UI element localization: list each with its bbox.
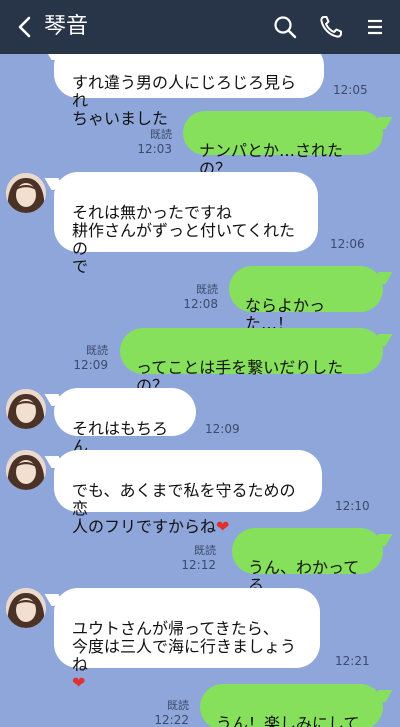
read-receipt: 既読 bbox=[194, 544, 216, 557]
chevron-left-icon[interactable] bbox=[14, 15, 36, 39]
message-time: 12:10 bbox=[335, 499, 370, 513]
message-time: 12:05 bbox=[333, 83, 368, 97]
message-meta: 既読 12:12 bbox=[170, 544, 216, 572]
incoming-message[interactable]: それは無かったですね 耕作さんがずっと付いてくれたの で bbox=[54, 172, 318, 276]
menu-icon[interactable] bbox=[362, 14, 388, 40]
search-icon[interactable] bbox=[272, 14, 298, 40]
message-time: 12:09 bbox=[73, 358, 108, 372]
message-time: 12:08 bbox=[183, 297, 218, 311]
outgoing-message[interactable]: ナンパとか…されたの？ bbox=[183, 111, 383, 178]
read-receipt: 既読 bbox=[86, 344, 108, 357]
avatar[interactable] bbox=[6, 588, 46, 628]
message-meta: 既読 12:03 bbox=[126, 128, 172, 156]
incoming-message[interactable]: それはもちろん bbox=[54, 388, 196, 456]
message-text: うん！楽しみにしてる bbox=[216, 714, 360, 727]
message-time: 12:21 bbox=[335, 654, 370, 668]
message-text: ユウトさんが帰ってきたら、 今度は三人で海に行きましょうね bbox=[72, 619, 297, 674]
avatar[interactable] bbox=[6, 450, 46, 490]
outgoing-message[interactable]: うん！楽しみにしてる bbox=[200, 684, 383, 727]
incoming-message[interactable]: すれ違う男の人にじろじろ見られ ちゃいました bbox=[54, 54, 324, 128]
chat-title: 琴音 bbox=[44, 14, 89, 39]
message-time: 12:06 bbox=[330, 237, 365, 251]
phone-icon[interactable] bbox=[318, 14, 344, 40]
outgoing-message[interactable]: うん、わかってる bbox=[232, 528, 383, 595]
read-receipt: 既読 bbox=[167, 699, 189, 712]
outgoing-message[interactable]: ならよかった…！ bbox=[229, 266, 383, 333]
incoming-message[interactable]: でも、あくまで私を守るための恋 人のフリですからね❤ bbox=[54, 450, 322, 536]
message-meta: 既読 12:08 bbox=[172, 283, 218, 311]
message-time: 12:12 bbox=[181, 558, 216, 572]
message-time: 12:22 bbox=[154, 713, 189, 727]
heart-icon: ❤ bbox=[72, 673, 86, 692]
heart-icon: ❤ bbox=[216, 517, 230, 536]
read-receipt: 既読 bbox=[150, 128, 172, 141]
avatar[interactable] bbox=[6, 173, 46, 213]
outgoing-message[interactable]: ってことは手を繋いだりしたの？ bbox=[120, 328, 383, 395]
message-list[interactable]: すれ違う男の人にじろじろ見られ ちゃいました 12:05 既読 12:03 ナン… bbox=[0, 54, 400, 727]
message-meta: 既読 12:09 bbox=[62, 344, 108, 372]
message-time: 12:03 bbox=[137, 142, 172, 156]
chat-header: 琴音 bbox=[0, 0, 400, 54]
message-meta: 既読 12:22 bbox=[143, 699, 189, 727]
read-receipt: 既読 bbox=[196, 283, 218, 296]
avatar[interactable] bbox=[6, 389, 46, 429]
message-time: 12:09 bbox=[205, 422, 240, 436]
incoming-message[interactable]: ユウトさんが帰ってきたら、 今度は三人で海に行きましょうね ❤ bbox=[54, 588, 320, 692]
